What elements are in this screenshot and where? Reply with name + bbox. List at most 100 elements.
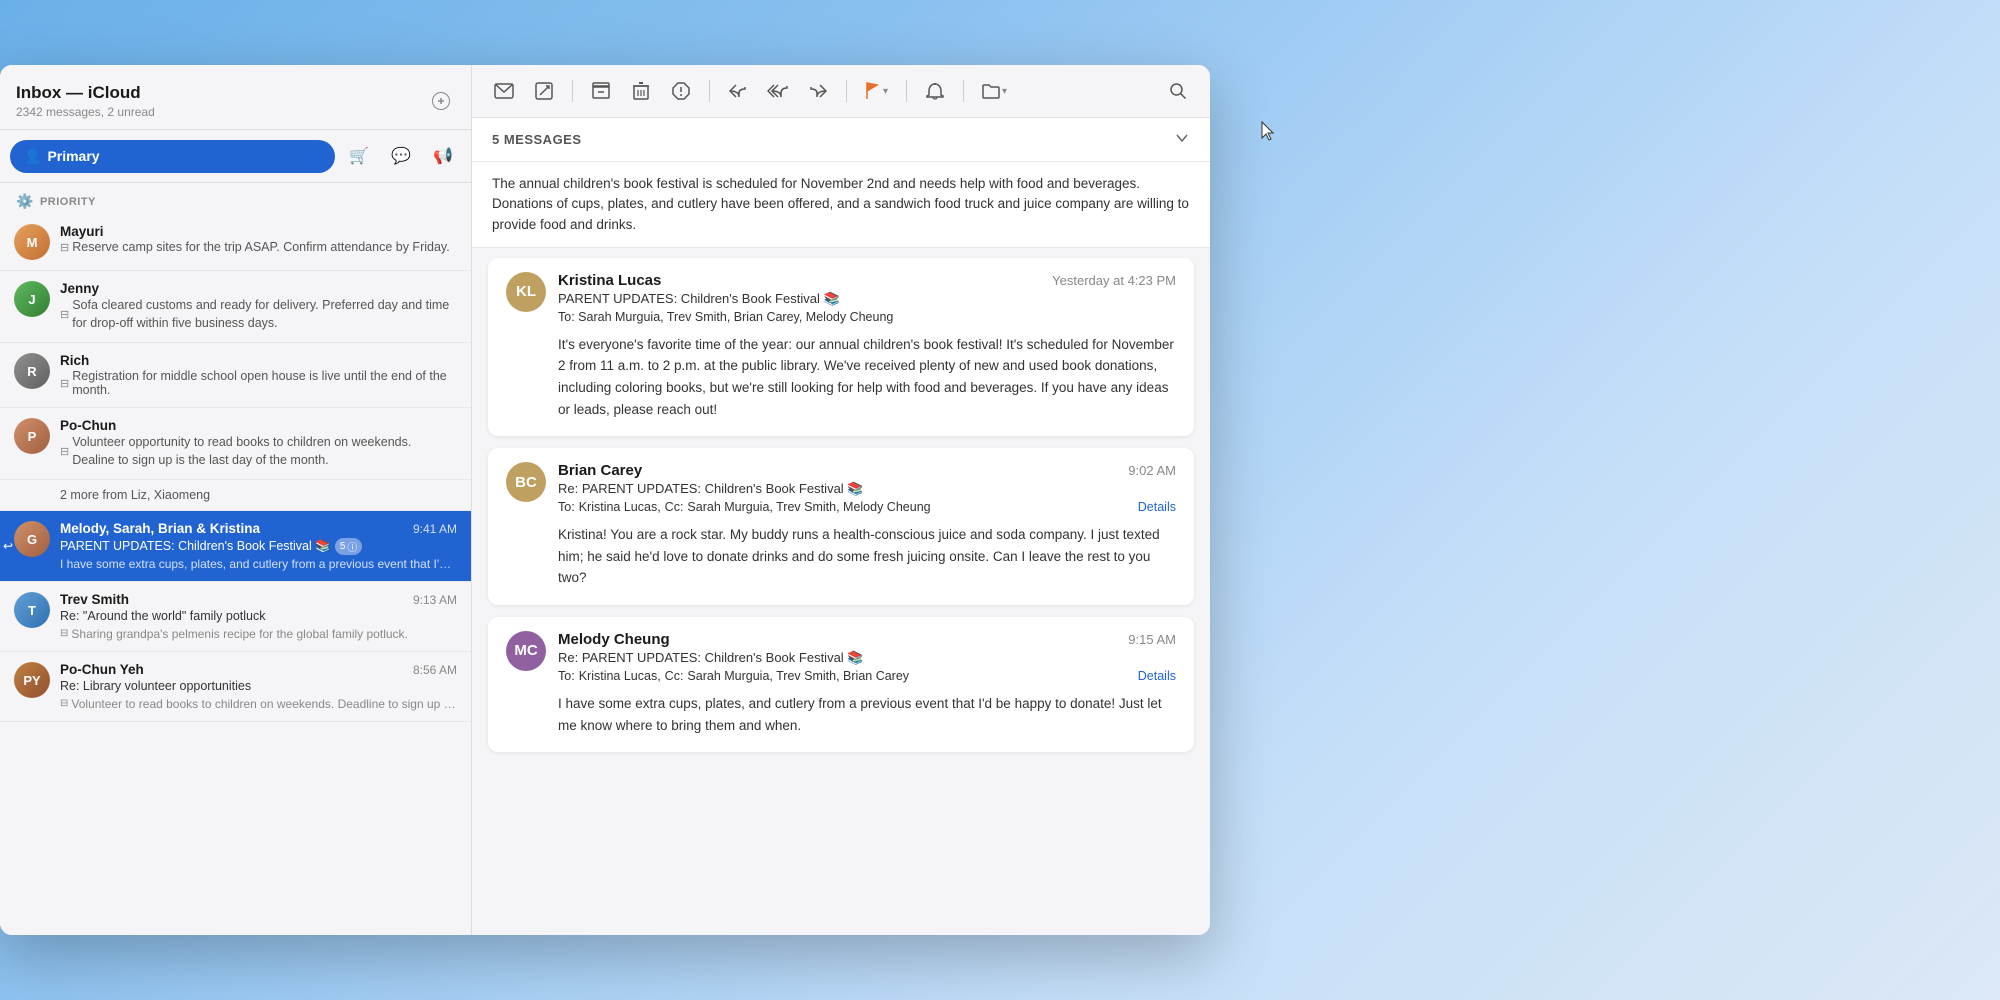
email-content-rich: Rich ⊟ Registration for middle school op…	[60, 353, 457, 397]
reply-all-icon	[767, 83, 789, 99]
archive-button[interactable]	[585, 75, 617, 107]
main-panel: ▾ ▾	[472, 65, 1210, 935]
msg-time-kristina: Yesterday at 4:23 PM	[1052, 273, 1176, 288]
email-subject-pochun2: Re: Library volunteer opportunities	[60, 679, 251, 693]
email-sender-rich: Rich	[60, 353, 89, 368]
mailbox-subtitle: 2342 messages, 2 unread	[16, 105, 155, 119]
compose-button[interactable]	[528, 75, 560, 107]
email-sender-selected: Melody, Sarah, Brian & Kristina	[60, 521, 260, 536]
avatar-trev: T	[14, 592, 50, 628]
compose-edit-icon	[535, 82, 553, 100]
email-sender-pochun: Po-Chun	[60, 418, 116, 433]
avatar-pochun2: PY	[14, 662, 50, 698]
msg-sender-brian: Brian Carey	[558, 462, 642, 479]
flag-button[interactable]: ▾	[859, 78, 894, 104]
email-content-mayuri: Mayuri ⊟ Reserve camp sites for the trip…	[60, 224, 457, 254]
message-body-melody: I have some extra cups, plates, and cutl…	[488, 693, 1194, 752]
email-icon-mayuri: ⊟	[60, 241, 69, 254]
toolbar: ▾ ▾	[472, 65, 1210, 118]
trash-icon	[633, 82, 649, 100]
move-button[interactable]: ▾	[976, 79, 1013, 103]
search-button[interactable]	[1162, 75, 1194, 107]
chevron-down-icon	[1174, 130, 1190, 146]
message-body-brian: Kristina! You are a rock star. My buddy …	[488, 524, 1194, 605]
mailbox-title-group: Inbox — iCloud 2342 messages, 2 unread	[16, 83, 155, 119]
compose-icon-button[interactable]	[427, 87, 455, 115]
junk-button[interactable]	[665, 75, 697, 107]
message-card-melody: MC Melody Cheung 9:15 AM Re: PARENT UPDA…	[488, 617, 1194, 752]
email-item-pochun[interactable]: P Po-Chun ⊟ Volunteer opportunity to rea…	[0, 408, 471, 480]
email-icon-pochun2: ⊟	[60, 698, 68, 709]
email-sender-mayuri: Mayuri	[60, 224, 104, 239]
message-body-kristina: It's everyone's favorite time of the yea…	[488, 334, 1194, 436]
message-card-kristina: KL Kristina Lucas Yesterday at 4:23 PM P…	[488, 258, 1194, 436]
flag-chevron-icon: ▾	[883, 86, 888, 97]
info-icon: ⓘ	[347, 539, 357, 554]
email-icon-rich: ⊟	[60, 377, 69, 390]
email-item-trev[interactable]: T Trev Smith 9:13 AM Re: "Around the wor…	[0, 582, 471, 652]
msg-time-brian: 9:02 AM	[1128, 463, 1176, 478]
toolbar-separator-5	[963, 80, 964, 102]
message-card-brian: BC Brian Carey 9:02 AM Re: PARENT UPDATE…	[488, 448, 1194, 605]
person-icon: 👤	[24, 148, 41, 165]
mailbox-title: Inbox — iCloud	[16, 83, 155, 103]
toolbar-separator-1	[572, 80, 573, 102]
email-icon-jenny: ⊟	[60, 308, 69, 321]
avatar-kristina: KL	[506, 272, 546, 312]
remind-button[interactable]	[919, 75, 951, 107]
toolbar-separator-2	[709, 80, 710, 102]
message-header-melody: MC Melody Cheung 9:15 AM Re: PARENT UPDA…	[488, 617, 1194, 693]
msg-to-melody: To: Kristina Lucas, Cc: Sarah Murguia, T…	[558, 669, 1176, 683]
right-background	[1210, 0, 2000, 1000]
chat-icon: 💬	[391, 146, 411, 166]
email-content-pochun: Po-Chun ⊟ Volunteer opportunity to read …	[60, 418, 457, 469]
email-content-jenny: Jenny ⊟ Sofa cleared customs and ready f…	[60, 281, 457, 332]
email-preview-pochun2: Volunteer to read books to children on w…	[71, 697, 457, 711]
tab-primary[interactable]: 👤 Primary	[10, 140, 335, 173]
email-content-pochun2: Po-Chun Yeh 8:56 AM Re: Library voluntee…	[60, 662, 457, 711]
email-list: ⚙️ PRIORITY M Mayuri ⊟ Reserve camp site…	[0, 183, 471, 935]
tab-notifications[interactable]: 📢	[425, 138, 461, 174]
cursor	[1260, 120, 1276, 147]
mail-button[interactable]	[488, 75, 520, 107]
sidebar: Inbox — iCloud 2342 messages, 2 unread 👤…	[0, 65, 472, 935]
avatar-melody: MC	[506, 631, 546, 671]
trash-button[interactable]	[625, 75, 657, 107]
app-window: Inbox — iCloud 2342 messages, 2 unread 👤…	[0, 65, 1210, 935]
email-preview-selected: I have some extra cups, plates, and cutl…	[60, 557, 457, 571]
email-content-selected: Melody, Sarah, Brian & Kristina 9:41 AM …	[60, 521, 457, 571]
email-item-rich[interactable]: R Rich ⊟ Registration for middle school …	[0, 343, 471, 408]
msg-time-melody: 9:15 AM	[1128, 632, 1176, 647]
msg-subject-brian: Re: PARENT UPDATES: Children's Book Fest…	[558, 481, 1176, 497]
archive-icon	[592, 82, 610, 100]
collapse-thread-button[interactable]	[1174, 130, 1190, 149]
tab-chat[interactable]: 💬	[383, 138, 419, 174]
thread-summary: The annual children's book festival is s…	[472, 162, 1210, 248]
messages-scroll: KL Kristina Lucas Yesterday at 4:23 PM P…	[472, 248, 1210, 935]
search-icon	[1169, 82, 1187, 100]
toolbar-separator-4	[906, 80, 907, 102]
reply-button[interactable]	[722, 75, 754, 107]
folder-icon	[982, 83, 1000, 99]
toolbar-separator-3	[846, 80, 847, 102]
email-item-selected[interactable]: ↩ G Melody, Sarah, Brian & Kristina 9:41…	[0, 511, 471, 582]
details-link-melody[interactable]: Details	[1138, 669, 1176, 683]
email-item-jenny[interactable]: J Jenny ⊟ Sofa cleared customs and ready…	[0, 271, 471, 343]
more-from-item[interactable]: 2 more from Liz, Xiaomeng	[0, 480, 471, 511]
details-link-brian[interactable]: Details	[1138, 500, 1176, 514]
tab-shopping[interactable]: 🛒	[341, 138, 377, 174]
msg-to-brian: To: Kristina Lucas, Cc: Sarah Murguia, T…	[558, 500, 1176, 514]
email-item-mayuri[interactable]: M Mayuri ⊟ Reserve camp sites for the tr…	[0, 214, 471, 271]
junk-icon	[672, 82, 690, 100]
forward-icon	[809, 83, 827, 99]
email-sender-jenny: Jenny	[60, 281, 99, 296]
compose-icon	[432, 92, 450, 110]
avatar-brian: BC	[506, 462, 546, 502]
reply-all-button[interactable]	[762, 75, 794, 107]
msg-meta-melody: Melody Cheung 9:15 AM Re: PARENT UPDATES…	[558, 631, 1176, 683]
sidebar-header: Inbox — iCloud 2342 messages, 2 unread	[0, 65, 471, 130]
email-item-pochun2[interactable]: PY Po-Chun Yeh 8:56 AM Re: Library volun…	[0, 652, 471, 722]
mail-icon	[494, 83, 514, 99]
avatar-mayuri: M	[14, 224, 50, 260]
forward-button[interactable]	[802, 75, 834, 107]
